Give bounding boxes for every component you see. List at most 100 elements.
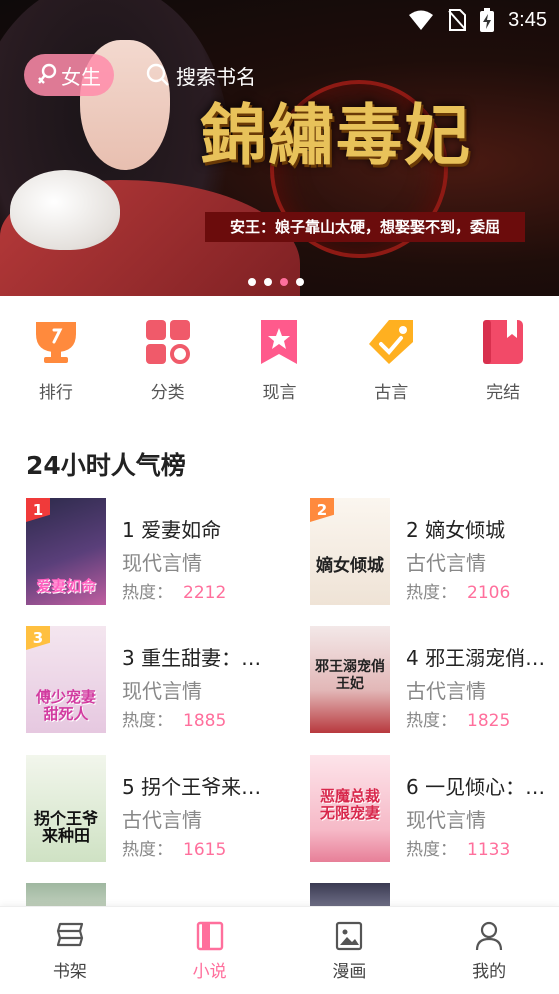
carousel-dot-active[interactable]: [280, 278, 288, 286]
cover-title: 傅少宠妻甜死人: [35, 688, 96, 723]
book-category: 古代言情: [406, 679, 486, 703]
search-icon: [146, 63, 169, 86]
tab-label: 书架: [52, 962, 87, 982]
category-label: 古言: [374, 383, 409, 403]
book-title: 6 一见倾心：…: [406, 775, 546, 799]
category-modern-romance[interactable]: 现言: [224, 318, 336, 403]
heat-value: 1133: [467, 840, 511, 860]
rank-badge: 3: [26, 626, 50, 650]
category-ranking[interactable]: 排行: [0, 318, 112, 403]
trophy-icon: [32, 318, 80, 366]
heat-label: 热度：: [406, 711, 457, 731]
tab-novel[interactable]: 小说: [140, 907, 280, 994]
book-title: 5 拐个王爷来…: [122, 775, 262, 799]
banner-tagline: 安王：娘子靠山太硬，想娶娶不到，委屈: [205, 212, 525, 242]
heat-label: 热度：: [406, 583, 457, 603]
grid-icon: [144, 318, 192, 366]
category-shortcuts: 排行 分类 现言 古言 完结: [0, 318, 559, 403]
cover-title: 邪王溺宠俏王妃: [315, 659, 385, 692]
carousel-dot[interactable]: [248, 278, 256, 286]
book-heat: 热度： 1615: [122, 835, 226, 860]
book-title: 2 嫡女倾城: [406, 518, 506, 542]
gender-label: 女生: [61, 64, 101, 89]
book-category: 现代言情: [406, 808, 486, 832]
bottom-tab-bar: 书架 小说 漫画 我的: [0, 906, 559, 994]
carousel-dot[interactable]: [296, 278, 304, 286]
book-heat: 热度： 2106: [406, 578, 510, 603]
heat-label: 热度：: [122, 840, 173, 860]
heat-label: 热度：: [122, 583, 173, 603]
category-label: 排行: [38, 383, 73, 403]
battery-icon: [480, 8, 495, 32]
book-item[interactable]: 嫡女倾城 2 2 嫡女倾城 古代言情 热度： 2106: [310, 498, 559, 606]
book-item[interactable]: 拐个王爷来种田 5 拐个王爷来… 古代言情 热度： 1615: [26, 755, 286, 863]
profile-icon: [476, 921, 503, 951]
book-category: 现代言情: [122, 551, 202, 575]
gender-switch-button[interactable]: 女生: [24, 54, 114, 96]
book-cover[interactable]: 拐个王爷来种田: [26, 755, 106, 862]
category-label: 现言: [262, 383, 297, 403]
book-title: 1 爱妻如命: [122, 518, 222, 542]
tag-icon: [367, 318, 415, 366]
category-label: 分类: [150, 383, 185, 403]
book-heat: 热度： 1825: [406, 706, 510, 731]
heat-value: 1825: [467, 711, 511, 731]
book-cover[interactable]: 傅少宠妻甜死人 3: [26, 626, 106, 733]
category-ancient-romance[interactable]: 古言: [335, 318, 447, 403]
carousel-dots: [248, 278, 304, 286]
heat-value: 2212: [183, 583, 227, 603]
book-category: 古代言情: [406, 551, 486, 575]
tab-label: 我的: [472, 962, 507, 982]
tab-label: 漫画: [332, 962, 367, 982]
search-placeholder: 搜索书名: [176, 64, 256, 89]
book-icon: [479, 318, 527, 366]
book-item[interactable]: 邪王溺宠俏王妃 4 邪王溺宠俏… 古代言情 热度： 1825: [310, 626, 559, 734]
no-sim-icon: [448, 9, 467, 31]
category-label: 完结: [486, 383, 521, 403]
section-title: 24小时人气榜: [26, 451, 186, 480]
book-category: 古代言情: [122, 808, 202, 832]
rank-badge: 2: [310, 498, 334, 522]
book-cover[interactable]: 嫡女倾城 2: [310, 498, 390, 605]
category-classify[interactable]: 分类: [112, 318, 224, 403]
book-heat: 热度： 2212: [122, 578, 226, 603]
rank-badge: 1: [26, 498, 50, 522]
status-time: 3:45: [508, 8, 547, 31]
cover-title: 爱妻如命: [35, 577, 96, 595]
wifi-icon: [409, 10, 434, 30]
heat-value: 2106: [467, 583, 511, 603]
tab-bookshelf[interactable]: 书架: [0, 907, 140, 994]
banner-carousel[interactable]: 錦繡毒妃 安王：娘子靠山太硬，想娶娶不到，委屈: [0, 0, 559, 296]
cover-title: 恶魔总裁无限宠妻: [319, 787, 380, 822]
comic-icon: [336, 921, 363, 951]
heat-label: 热度：: [406, 840, 457, 860]
tab-profile[interactable]: 我的: [419, 907, 559, 994]
cover-title: 嫡女倾城: [316, 556, 384, 576]
search-bar[interactable]: 搜索书名: [146, 54, 256, 96]
book-heat: 热度： 1885: [122, 706, 226, 731]
bookshelf-icon: [56, 922, 83, 947]
star-bookmark-icon: [255, 318, 303, 366]
tab-label: 小说: [192, 962, 227, 982]
book-category: 现代言情: [122, 679, 202, 703]
book-item[interactable]: 爱妻如命 1 1 爱妻如命 现代言情 热度： 2212: [26, 498, 286, 606]
tab-comic[interactable]: 漫画: [280, 907, 420, 994]
book-title: 4 邪王溺宠俏…: [406, 646, 546, 670]
heat-value: 1885: [183, 711, 227, 731]
cover-title: 拐个王爷来种田: [33, 809, 98, 845]
banner-title: 錦繡毒妃: [200, 96, 472, 174]
book-heat: 热度： 1133: [406, 835, 510, 860]
book-item[interactable]: 恶魔总裁无限宠妻 6 一见倾心：… 现代言情 热度： 1133: [310, 755, 559, 863]
book-title: 3 重生甜妻：…: [122, 646, 262, 670]
book-cover[interactable]: 爱妻如命 1: [26, 498, 106, 605]
female-icon: [38, 63, 57, 84]
book-cover[interactable]: 邪王溺宠俏王妃: [310, 626, 390, 733]
book-cover[interactable]: 恶魔总裁无限宠妻: [310, 755, 390, 862]
status-bar: 3:45: [408, 6, 547, 34]
carousel-dot[interactable]: [264, 278, 272, 286]
heat-label: 热度：: [122, 711, 173, 731]
heat-value: 1615: [183, 840, 227, 860]
category-completed[interactable]: 完结: [447, 318, 559, 403]
book-item[interactable]: 傅少宠妻甜死人 3 3 重生甜妻：… 现代言情 热度： 1885: [26, 626, 286, 734]
novel-icon: [196, 921, 223, 951]
